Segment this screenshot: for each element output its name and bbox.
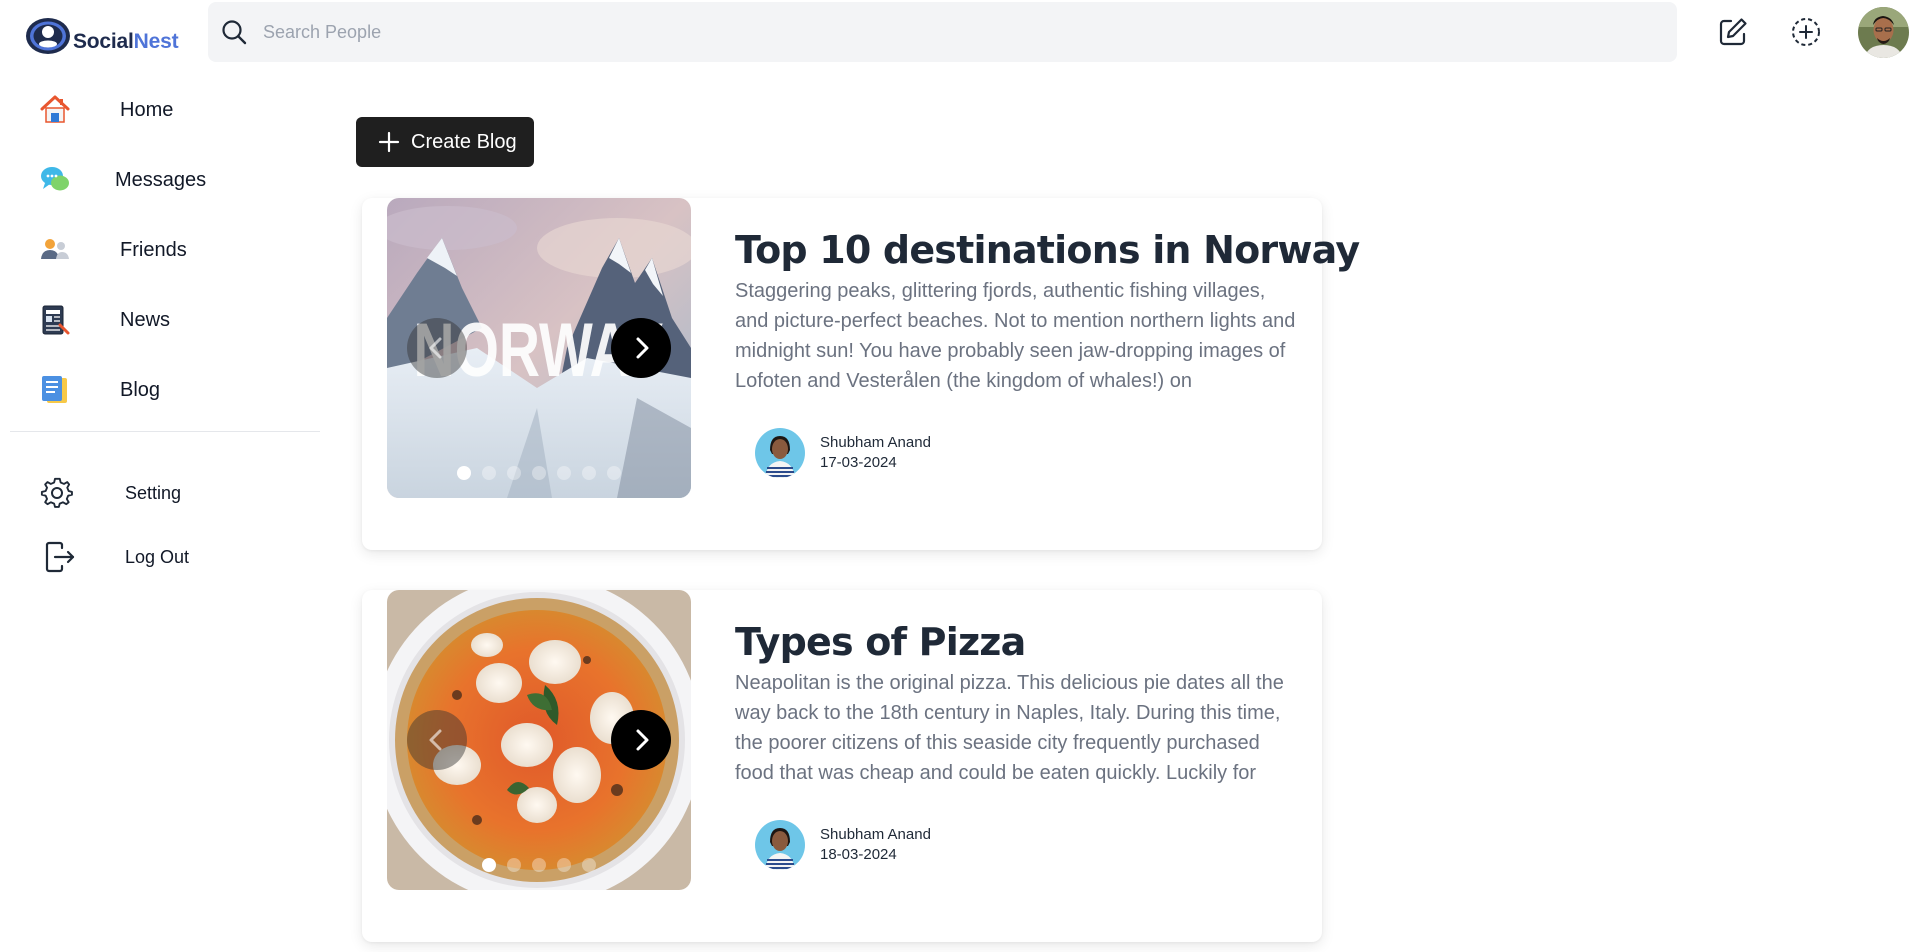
carousel-dot[interactable] xyxy=(532,466,546,480)
carousel-dot[interactable] xyxy=(457,466,471,480)
carousel-dot[interactable] xyxy=(557,858,571,872)
carousel-dot[interactable] xyxy=(482,858,496,872)
author-name: Shubham Anand xyxy=(820,826,931,843)
carousel-dot[interactable] xyxy=(557,466,571,480)
sidebar-item-label: News xyxy=(120,308,171,331)
news-icon xyxy=(42,305,70,335)
edit-button[interactable] xyxy=(1716,15,1750,49)
sidebar-item-label: Friends xyxy=(120,238,187,261)
blog-excerpt: Staggering peaks, glittering fjords, aut… xyxy=(735,280,1296,392)
sidebar-divider xyxy=(10,431,320,432)
carousel-dot[interactable] xyxy=(582,466,596,480)
author-avatar xyxy=(755,428,805,478)
sidebar-item-setting[interactable]: Setting xyxy=(0,466,325,520)
sidebar-item-label: Messages xyxy=(115,168,207,191)
create-blog-button[interactable]: Create Blog xyxy=(356,117,534,167)
carousel-dot[interactable] xyxy=(532,858,546,872)
brand-name: SocialNest xyxy=(73,30,179,54)
chevron-right-icon xyxy=(636,337,649,359)
sidebar: Home Messages Friends News Blog Setting … xyxy=(0,70,325,590)
sidebar-item-news[interactable]: News xyxy=(0,293,325,347)
carousel-next-button[interactable] xyxy=(611,710,671,770)
profile-avatar[interactable] xyxy=(1858,7,1909,58)
logout-icon xyxy=(45,541,75,573)
home-icon xyxy=(40,95,70,123)
carousel-dot[interactable] xyxy=(582,858,596,872)
author-avatar xyxy=(755,820,805,870)
sidebar-item-label: Setting xyxy=(125,482,182,503)
blog-card[interactable]: NORWAY Top 10 destinations in Norway Sta… xyxy=(362,198,1360,550)
brand-name-part2: Nest xyxy=(133,30,179,53)
author-name: Shubham Anand xyxy=(820,434,931,451)
blog-title[interactable]: Top 10 destinations in Norway xyxy=(735,228,1360,272)
blog-icon xyxy=(42,376,67,403)
sidebar-item-logout[interactable]: Log Out xyxy=(0,530,325,584)
sidebar-item-label: Home xyxy=(120,98,174,121)
blog-excerpt: Neapolitan is the original pizza. This d… xyxy=(735,672,1284,784)
gear-icon xyxy=(40,477,73,508)
friends-icon xyxy=(41,239,69,259)
chevron-right-icon xyxy=(636,729,649,751)
blog-image-carousel xyxy=(387,590,691,890)
carousel-prev-button[interactable] xyxy=(407,710,467,770)
search-input[interactable] xyxy=(263,2,1643,62)
carousel-dot[interactable] xyxy=(482,466,496,480)
blog-image-carousel: NORWAY xyxy=(387,198,691,498)
chevron-left-icon xyxy=(429,729,442,751)
add-post-button[interactable] xyxy=(1789,15,1823,49)
blog-title[interactable]: Types of Pizza xyxy=(735,620,1026,664)
app-logo[interactable]: SocialNest xyxy=(24,14,179,56)
chevron-left-icon xyxy=(429,337,442,359)
carousel-dot[interactable] xyxy=(607,466,621,480)
search-icon xyxy=(222,20,247,45)
sidebar-item-home[interactable]: Home xyxy=(0,83,325,137)
sidebar-item-label: Log Out xyxy=(125,546,190,567)
sidebar-item-blog[interactable]: Blog xyxy=(0,363,325,417)
profile-photo xyxy=(1858,7,1909,58)
create-blog-label: Create Blog xyxy=(411,131,517,153)
search-bar xyxy=(208,2,1677,62)
plus-icon xyxy=(378,131,400,153)
post-date: 17-03-2024 xyxy=(820,454,897,471)
brand-name-part1: Social xyxy=(73,30,134,53)
top-bar: SocialNest xyxy=(0,0,1913,66)
carousel-next-button[interactable] xyxy=(611,318,671,378)
sidebar-item-label: Blog xyxy=(120,378,161,401)
carousel-dots xyxy=(387,858,691,872)
carousel-dot[interactable] xyxy=(507,466,521,480)
add-circle-icon xyxy=(1792,18,1820,46)
post-date: 18-03-2024 xyxy=(820,846,897,863)
edit-icon xyxy=(1719,18,1747,46)
sidebar-item-messages[interactable]: Messages xyxy=(0,153,325,207)
carousel-dots xyxy=(387,466,691,480)
logo-mark-icon xyxy=(26,18,70,54)
carousel-prev-button[interactable] xyxy=(407,318,467,378)
messages-icon xyxy=(41,167,69,191)
carousel-dot[interactable] xyxy=(507,858,521,872)
blog-card[interactable]: Types of Pizza Neapolitan is the origina… xyxy=(362,590,1322,942)
sidebar-item-friends[interactable]: Friends xyxy=(0,223,325,277)
